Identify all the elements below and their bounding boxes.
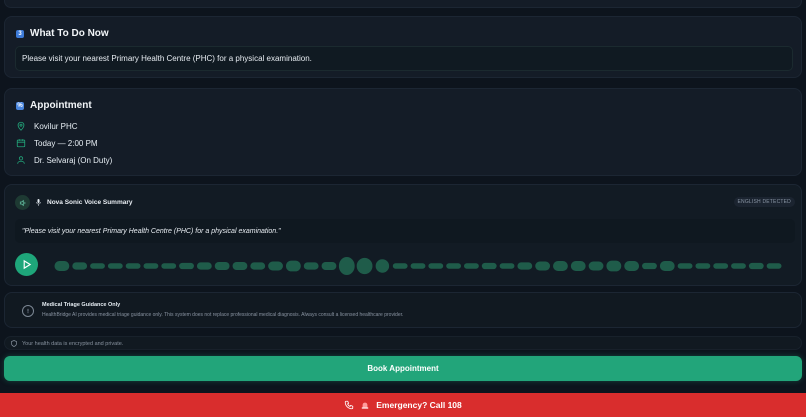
emergency-label: Emergency? Call 108 (376, 400, 462, 410)
voice-summary-title: Nova Sonic Voice Summary (47, 199, 133, 206)
book-appointment-button[interactable]: Book Appointment (4, 356, 802, 381)
waveform-bar (713, 263, 729, 269)
appointment-doctor-row: Dr. Selvaraj (On Duty) (16, 155, 112, 165)
appointment-title: Appointment (30, 100, 92, 111)
waveform-bar (624, 261, 640, 271)
waveform-bar (303, 262, 319, 270)
map-pin-icon (17, 121, 25, 131)
waveform-bar (766, 263, 782, 269)
microphone-icon (36, 199, 41, 206)
waveform-bar (196, 262, 212, 270)
appointment-location-row: Kovilur PHC (16, 121, 78, 131)
waveform-bar (695, 263, 711, 269)
appointment-badge-icon: % (16, 101, 24, 110)
waveform-bar (535, 261, 551, 271)
info-icon (22, 305, 34, 317)
voice-summary-card: Nova Sonic Voice Summary ENGLISH DETECTE… (4, 184, 802, 286)
waveform-bar (428, 263, 444, 269)
waveform-bar (338, 257, 355, 275)
number-three-icon: 3 (16, 29, 24, 38)
appointment-location: Kovilur PHC (34, 121, 78, 131)
waveform-bar (748, 262, 764, 270)
audio-waveform[interactable] (53, 257, 783, 275)
waveform-bar (321, 261, 337, 271)
waveform-bar (161, 263, 177, 269)
waveform-bar (446, 263, 462, 269)
waveform-bar (731, 263, 746, 269)
language-badge: ENGLISH DETECTED (733, 197, 795, 207)
waveform-bar (588, 261, 604, 271)
siren-icon (362, 402, 369, 409)
waveform-bar (250, 262, 266, 270)
play-icon (23, 259, 32, 270)
waveform-bar (214, 261, 230, 271)
voice-summary-header: Nova Sonic Voice Summary (15, 195, 133, 210)
waveform-bar (125, 263, 141, 269)
waveform-bar (410, 263, 426, 269)
appointment-card: % Appointment Kovilur PHC Today — 2:00 P… (4, 88, 802, 176)
shield-icon (11, 340, 17, 347)
waveform-bar (179, 262, 194, 270)
speaker-icon (15, 195, 30, 210)
waveform-bar (606, 260, 622, 272)
waveform-bar (375, 259, 390, 273)
waveform-bar (481, 262, 497, 270)
appointment-doctor: Dr. Selvaraj (On Duty) (34, 155, 113, 165)
disclaimer-text: HealthBridge AI provides medical triage … (42, 312, 404, 318)
waveform-bar (677, 263, 693, 269)
appointment-time: Today — 2:00 PM (34, 138, 98, 148)
instruction-box: Please visit your nearest Primary Health… (15, 46, 793, 71)
previous-section-card (4, 0, 802, 8)
privacy-note: Your health data is encrypted and privat… (4, 336, 802, 350)
waveform-bar (285, 260, 301, 272)
waveform-bar (392, 263, 408, 269)
what-to-do-title: What To Do Now (30, 28, 109, 39)
calendar-icon (16, 139, 26, 148)
waveform-bar (90, 263, 105, 269)
waveform-bar (107, 263, 123, 269)
waveform-bar (464, 263, 479, 269)
waveform-bar (659, 261, 675, 271)
what-to-do-card: 3 What To Do Now Please visit your neare… (4, 16, 802, 78)
waveform-bar (517, 262, 533, 270)
appointment-time-row: Today — 2:00 PM (16, 138, 98, 148)
voice-quote: "Please visit your nearest Primary Healt… (15, 219, 795, 243)
disclaimer-title: Medical Triage Guidance Only (42, 302, 121, 308)
user-icon (17, 156, 25, 164)
waveform-bar (72, 262, 88, 270)
waveform-bar (553, 261, 568, 271)
waveform-bar (54, 261, 70, 271)
play-button[interactable] (15, 253, 38, 276)
waveform-bar (232, 261, 248, 271)
waveform-bar (570, 261, 586, 271)
waveform-bar (642, 262, 657, 270)
what-to-do-heading: 3 What To Do Now (16, 28, 109, 39)
disclaimer-card: Medical Triage Guidance Only HealthBridg… (4, 292, 802, 328)
phone-icon (345, 400, 354, 410)
waveform-bar (143, 263, 159, 269)
waveform-bar (356, 257, 373, 275)
appointment-heading: % Appointment (16, 100, 92, 111)
waveform-bar (499, 263, 515, 269)
emergency-call-button[interactable]: Emergency? Call 108 (0, 393, 806, 417)
privacy-text: Your health data is encrypted and privat… (22, 340, 124, 347)
waveform-bar (268, 261, 283, 271)
